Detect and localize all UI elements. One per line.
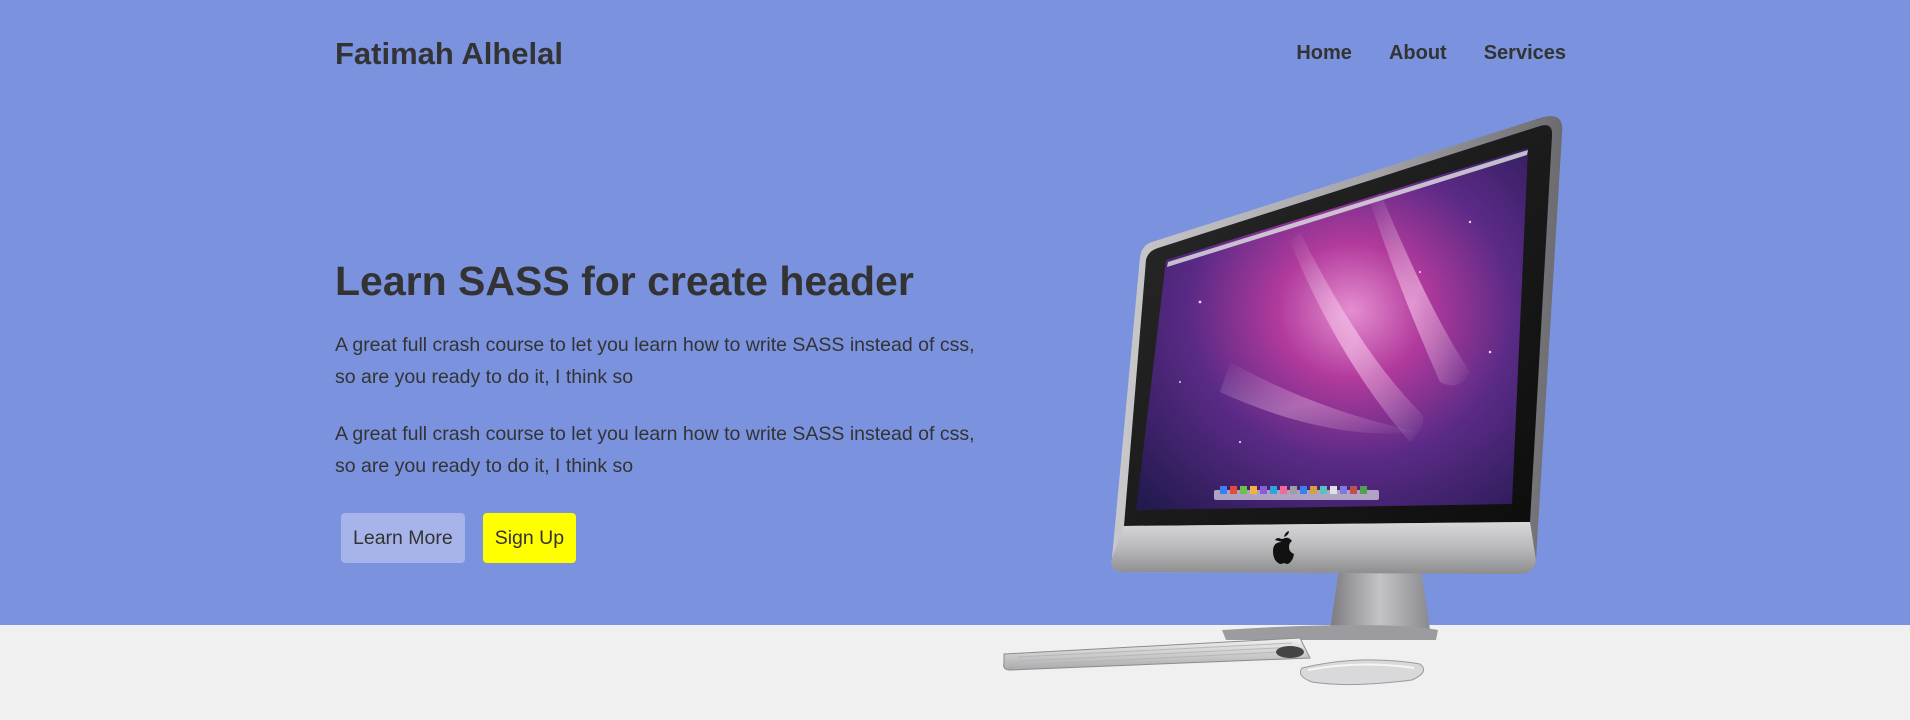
imac-computer-image — [1000, 112, 1580, 692]
hero-buttons: Learn More Sign Up — [341, 513, 577, 563]
nav-about-link[interactable]: About — [1389, 42, 1447, 65]
hero-paragraph-1: A great full crash course to let you lea… — [335, 334, 975, 388]
nav-services-link[interactable]: Services — [1484, 42, 1566, 65]
main-nav: Home About Services — [1296, 42, 1566, 65]
hero-section: Fatimah Alhelal Home About Services Lear… — [0, 0, 1910, 625]
site-brand[interactable]: Fatimah Alhelal — [335, 36, 563, 72]
sign-up-button[interactable]: Sign Up — [482, 513, 577, 563]
learn-more-button[interactable]: Learn More — [341, 513, 465, 563]
hero-paragraph-2: A great full crash course to let you lea… — [335, 423, 975, 477]
hero-title: Learn SASS for create header — [335, 258, 914, 304]
nav-home-link[interactable]: Home — [1296, 42, 1352, 65]
